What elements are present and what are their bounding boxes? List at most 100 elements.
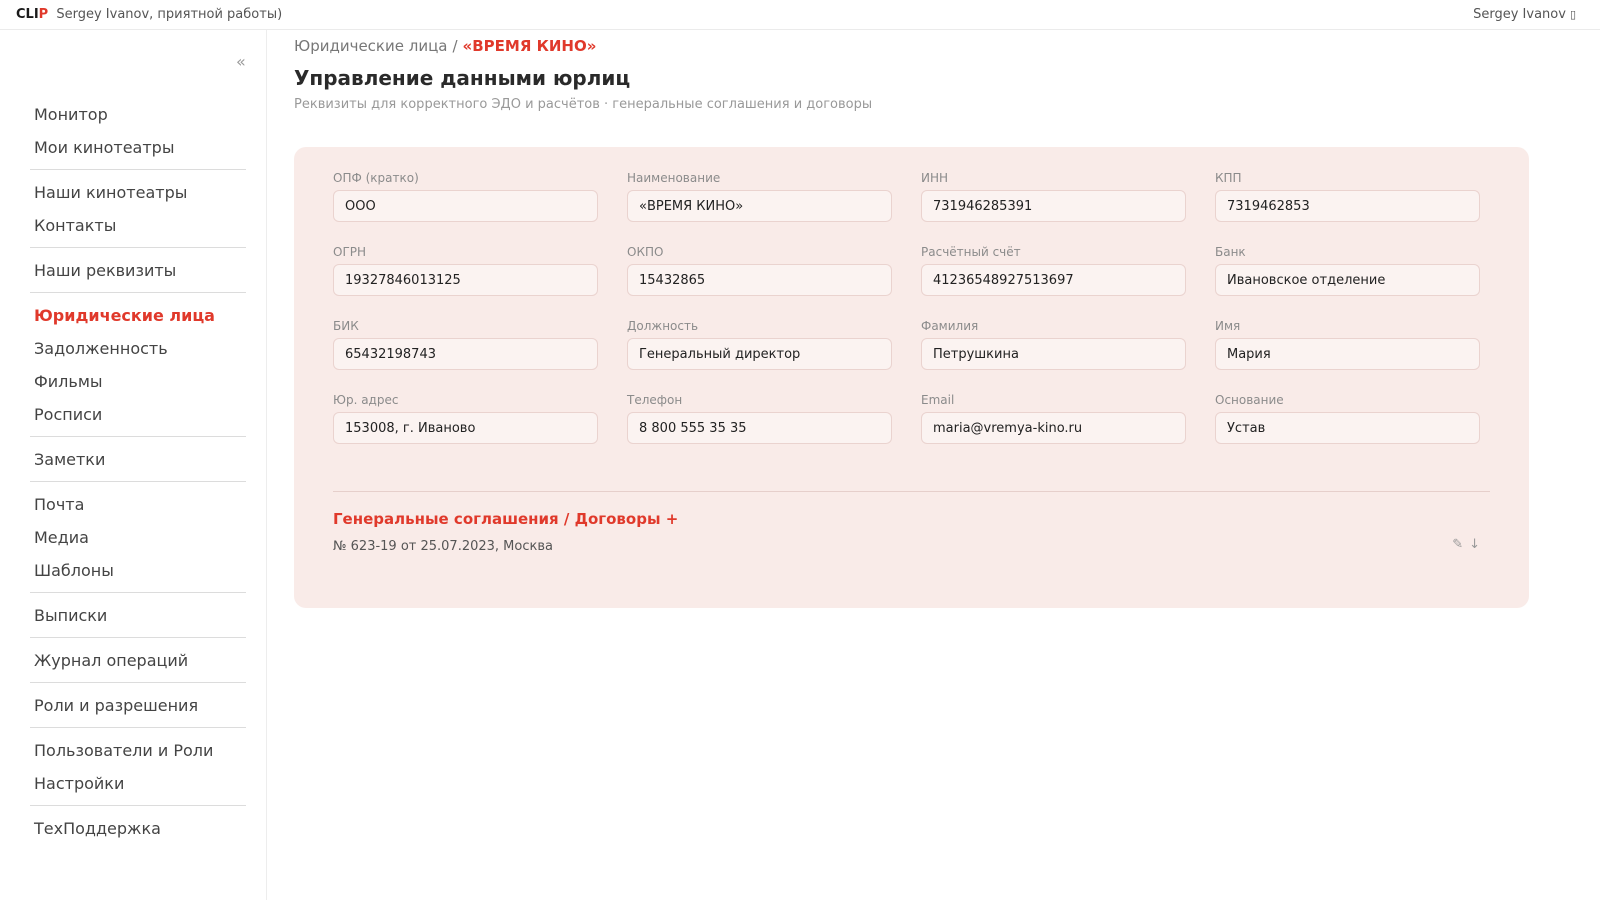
requisites-form: ОПФ (кратко) Наименование ИНН КПП ОГРН ОКПО Ра…: [333, 171, 1480, 444]
top-bar: CLIP Sergey Ivanov, приятной работы) Ser…: [0, 0, 1600, 30]
sidebar: « Монитор Мои кинотеатры Наши кинотеатры Ко…: [0, 30, 267, 900]
field-basis: Основание: [1215, 393, 1480, 444]
download-icon[interactable]: ↓: [1469, 537, 1480, 552]
sidebar-item[interactable]: Настройки: [30, 767, 246, 800]
section-divider: [333, 491, 1490, 492]
field-ogrn: ОГРН: [333, 245, 598, 296]
field-label: Юр. адрес: [333, 393, 399, 407]
position-input[interactable]: [627, 338, 892, 370]
sidebar-item[interactable]: Юридические лица: [30, 299, 246, 332]
sidebar-divider: [30, 592, 246, 593]
surname-input[interactable]: [921, 338, 1186, 370]
greeting-text: Sergey Ivanov, приятной работы): [56, 7, 283, 22]
brand: CLIP Sergey Ivanov, приятной работы): [16, 7, 282, 23]
firstname-input[interactable]: [1215, 338, 1480, 370]
sidebar-nav: Монитор Мои кинотеатры Наши кинотеатры Конт…: [30, 98, 246, 845]
field-name: Наименование: [627, 171, 892, 222]
sidebar-divider: [30, 805, 246, 806]
sidebar-item[interactable]: Контакты: [30, 209, 246, 242]
okpo-input[interactable]: [627, 264, 892, 296]
breadcrumb: Юридические лица / «ВРЕМЯ КИНО»: [294, 36, 596, 56]
field-firstname: Имя: [1215, 319, 1480, 370]
user-name: Sergey Ivanov: [1473, 7, 1566, 22]
inn-input[interactable]: [921, 190, 1186, 222]
field-position: Должность: [627, 319, 892, 370]
sidebar-divider: [30, 247, 246, 248]
user-menu[interactable]: Sergey Ivanov ▯: [1473, 7, 1576, 23]
page-subtitle: Реквизиты для корректного ЭДО и расчётов…: [294, 97, 873, 112]
basis-input[interactable]: [1215, 412, 1480, 444]
sidebar-item[interactable]: Медиа: [30, 521, 246, 554]
sidebar-item[interactable]: Наши реквизиты: [30, 254, 246, 287]
sidebar-divider: [30, 727, 246, 728]
sidebar-item[interactable]: Наши кинотеатры: [30, 176, 246, 209]
field-address: Юр. адрес: [333, 393, 598, 444]
sidebar-item[interactable]: Роли и разрешения: [30, 689, 246, 722]
field-label: Расчётный счёт: [921, 245, 1021, 259]
agreement-actions: ✎ ↓: [1446, 535, 1480, 555]
field-label: КПП: [1215, 171, 1242, 185]
field-email: Email: [921, 393, 1186, 444]
field-label: Банк: [1215, 245, 1246, 259]
field-bik: БИК: [333, 319, 598, 370]
logo-text-accent: P: [38, 7, 49, 22]
sidebar-divider: [30, 682, 246, 683]
account-input[interactable]: [921, 264, 1186, 296]
sidebar-item[interactable]: Фильмы: [30, 365, 246, 398]
field-label: ОГРН: [333, 245, 367, 259]
legal-entity-card: ОПФ (кратко) Наименование ИНН КПП ОГРН ОКПО Ра…: [294, 147, 1529, 608]
field-inn: ИНН: [921, 171, 1186, 222]
field-label: ОКПО: [627, 245, 664, 259]
sidebar-divider: [30, 436, 246, 437]
page-title: Управление данными юрлиц: [294, 66, 631, 90]
sidebar-item[interactable]: Монитор: [30, 98, 246, 131]
field-label: Имя: [1215, 319, 1241, 333]
sidebar-divider: [30, 169, 246, 170]
field-surname: Фамилия: [921, 319, 1186, 370]
sidebar-item[interactable]: ТехПоддержка: [30, 812, 246, 845]
user-menu-icon: ▯: [1569, 8, 1576, 21]
sidebar-divider: [30, 481, 246, 482]
phone-input[interactable]: [627, 412, 892, 444]
sidebar-item[interactable]: Журнал операций: [30, 644, 246, 677]
logo-text-main: CLI: [16, 7, 39, 22]
sidebar-item[interactable]: Росписи: [30, 398, 246, 431]
sidebar-item[interactable]: Выписки: [30, 599, 246, 632]
field-kpp: КПП: [1215, 171, 1480, 222]
opf-input[interactable]: [333, 190, 598, 222]
sidebar-item[interactable]: Почта: [30, 488, 246, 521]
field-okpo: ОКПО: [627, 245, 892, 296]
field-opf: ОПФ (кратко): [333, 171, 598, 222]
field-label: Основание: [1215, 393, 1284, 407]
field-label: ИНН: [921, 171, 949, 185]
field-phone: Телефон: [627, 393, 892, 444]
edit-icon[interactable]: ✎: [1452, 537, 1463, 552]
breadcrumb-separator: /: [452, 37, 458, 55]
field-label: Телефон: [627, 393, 683, 407]
sidebar-item[interactable]: Задолженность: [30, 332, 246, 365]
agreement-row: № 623-19 от 25.07.2023, Москва ✎ ↓: [333, 535, 1480, 555]
breadcrumb-current: «ВРЕМЯ КИНО»: [462, 37, 597, 55]
collapse-sidebar-icon[interactable]: «: [236, 52, 246, 71]
field-label: Email: [921, 393, 955, 407]
field-label: Фамилия: [921, 319, 979, 333]
ogrn-input[interactable]: [333, 264, 598, 296]
email-input[interactable]: [921, 412, 1186, 444]
sidebar-item[interactable]: Мои кинотеатры: [30, 131, 246, 164]
kpp-input[interactable]: [1215, 190, 1480, 222]
sidebar-divider: [30, 637, 246, 638]
bank-input[interactable]: [1215, 264, 1480, 296]
sidebar-item[interactable]: Заметки: [30, 443, 246, 476]
breadcrumb-parent-link[interactable]: Юридические лица: [294, 37, 447, 55]
bik-input[interactable]: [333, 338, 598, 370]
field-bank: Банк: [1215, 245, 1480, 296]
agreement-text: № 623-19 от 25.07.2023, Москва: [333, 539, 553, 554]
field-label: Должность: [627, 319, 699, 333]
sidebar-item[interactable]: Шаблоны: [30, 554, 246, 587]
add-agreement-link[interactable]: Генеральные соглашения / Договоры +: [333, 509, 678, 529]
sidebar-item[interactable]: Пользователи и Роли: [30, 734, 246, 767]
sidebar-divider: [30, 292, 246, 293]
address-input[interactable]: [333, 412, 598, 444]
field-label: БИК: [333, 319, 359, 333]
name-input[interactable]: [627, 190, 892, 222]
